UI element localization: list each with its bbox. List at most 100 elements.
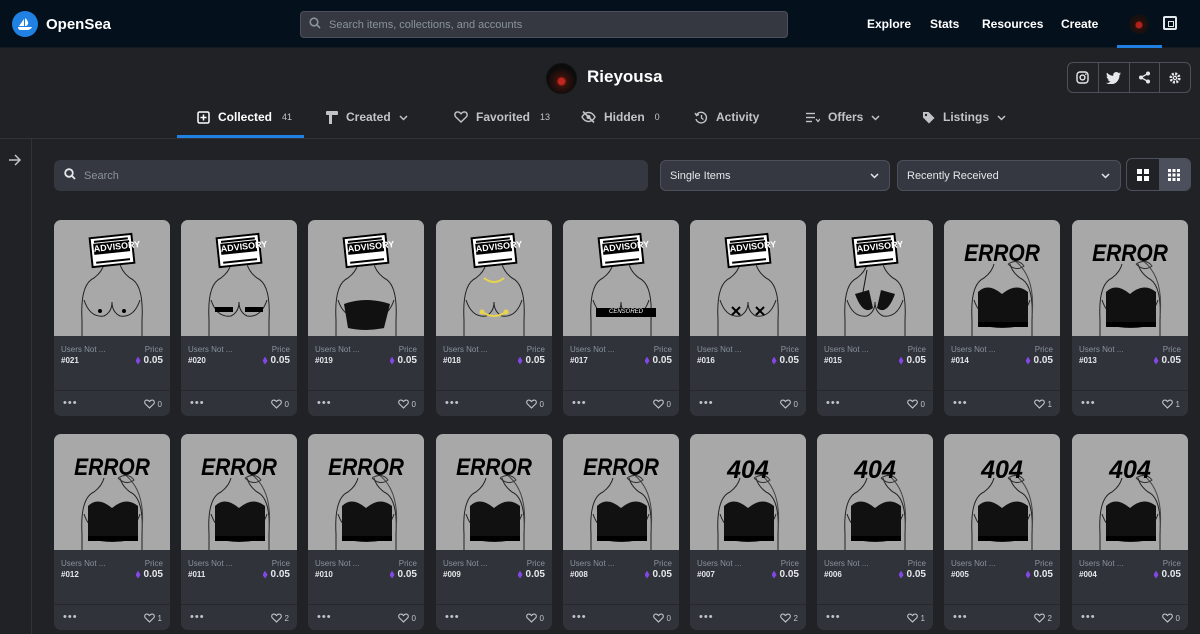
nft-image[interactable]: ADVISORY xyxy=(54,220,170,336)
instagram-button[interactable] xyxy=(1068,63,1099,92)
more-options-icon[interactable]: ••• xyxy=(445,611,460,623)
more-options-icon[interactable]: ••• xyxy=(1081,397,1096,409)
tab-activity[interactable]: Activity xyxy=(694,110,759,124)
nav-resources[interactable]: Resources xyxy=(982,17,1043,31)
wallet-icon[interactable] xyxy=(1163,16,1177,30)
opensea-logo[interactable]: OpenSea xyxy=(12,11,111,37)
item-type-select[interactable]: Single Items xyxy=(660,160,890,191)
nft-card[interactable]: ERROR Users Not ... Price #011 0.05 ••• 2 xyxy=(181,434,297,630)
nft-card[interactable]: 404 Users Not ... Price #006 0.05 ••• 1 xyxy=(817,434,933,630)
more-options-icon[interactable]: ••• xyxy=(190,397,205,409)
nft-image[interactable]: ERROR xyxy=(54,434,170,550)
more-options-icon[interactable]: ••• xyxy=(699,611,714,623)
more-options-icon[interactable]: ••• xyxy=(572,397,587,409)
nft-image[interactable]: ADVISORY xyxy=(181,220,297,336)
nft-card[interactable]: ADVISORY Users Not ... Price #015 0.05 ••• 0 xyxy=(817,220,933,416)
nft-image[interactable]: 404 xyxy=(1072,434,1188,550)
settings-button[interactable] xyxy=(1160,63,1190,92)
favorite-button[interactable]: 0 xyxy=(652,399,671,409)
nft-image[interactable]: ERROR xyxy=(944,220,1060,336)
favorite-button[interactable]: 1 xyxy=(1033,399,1052,409)
large-grid-button[interactable] xyxy=(1127,159,1159,190)
nav-create[interactable]: Create xyxy=(1061,17,1098,31)
nft-image[interactable]: ERROR xyxy=(308,434,424,550)
nft-card[interactable]: ERROR Users Not ... Price #012 0.05 ••• 1 xyxy=(54,434,170,630)
items-search-input[interactable] xyxy=(84,169,648,182)
favorite-button[interactable]: 2 xyxy=(779,613,798,623)
nft-image[interactable]: ADVISORY xyxy=(817,220,933,336)
small-grid-button[interactable] xyxy=(1158,159,1190,190)
more-options-icon[interactable]: ••• xyxy=(953,611,968,623)
nft-card[interactable]: ADVISORY Users Not ... Price #018 0.05 ••• 0 xyxy=(436,220,552,416)
nft-image[interactable]: 404 xyxy=(817,434,933,550)
nft-image[interactable]: 404 xyxy=(944,434,1060,550)
favorite-button[interactable]: 0 xyxy=(1161,613,1180,623)
nft-image[interactable]: 404 xyxy=(690,434,806,550)
more-options-icon[interactable]: ••• xyxy=(572,611,587,623)
nft-card[interactable]: 404 Users Not ... Price #004 0.05 ••• 0 xyxy=(1072,434,1188,630)
nft-card[interactable]: ERROR Users Not ... Price #009 0.05 ••• 0 xyxy=(436,434,552,630)
more-options-icon[interactable]: ••• xyxy=(63,611,78,623)
tab-favorited[interactable]: Favorited 13 xyxy=(454,110,550,124)
global-search-input[interactable] xyxy=(329,18,787,31)
favorite-button[interactable]: 0 xyxy=(270,399,289,409)
nft-card[interactable]: ERROR Users Not ... Price #013 0.05 ••• 1 xyxy=(1072,220,1188,416)
price-label: Price xyxy=(398,559,417,568)
tab-created[interactable]: Created xyxy=(326,110,408,124)
favorite-button[interactable]: 2 xyxy=(270,613,289,623)
sort-select[interactable]: Recently Received xyxy=(897,160,1121,191)
favorite-button[interactable]: 0 xyxy=(525,399,544,409)
nft-card[interactable]: ADVISORY Users Not ... Price #019 0.05 ••• 0 xyxy=(308,220,424,416)
nft-image[interactable]: ERROR xyxy=(1072,220,1188,336)
tab-hidden[interactable]: Hidden 0 xyxy=(581,110,660,124)
favorite-button[interactable]: 0 xyxy=(906,399,925,409)
nft-image[interactable]: ERROR xyxy=(563,434,679,550)
nft-card[interactable]: 404 Users Not ... Price #005 0.05 ••• 2 xyxy=(944,434,1060,630)
nft-card[interactable]: ADVISORY CENSORED Users Not ... Price #017 0.… xyxy=(563,220,679,416)
favorite-button[interactable]: 1 xyxy=(906,613,925,623)
twitter-button[interactable] xyxy=(1099,63,1130,92)
nft-image[interactable]: ADVISORY xyxy=(308,220,424,336)
more-options-icon[interactable]: ••• xyxy=(190,611,205,623)
more-options-icon[interactable]: ••• xyxy=(63,397,78,409)
nav-explore[interactable]: Explore xyxy=(867,17,911,31)
nft-card[interactable]: ERROR Users Not ... Price #010 0.05 ••• 0 xyxy=(308,434,424,630)
more-options-icon[interactable]: ••• xyxy=(1081,611,1096,623)
share-button[interactable] xyxy=(1130,63,1161,92)
more-options-icon[interactable]: ••• xyxy=(317,611,332,623)
favorite-button[interactable]: 0 xyxy=(143,399,162,409)
nft-card[interactable]: ADVISORY Users Not ... Price #016 0.05 ••• 0 xyxy=(690,220,806,416)
global-search-bar[interactable] xyxy=(300,11,788,38)
tab-collected[interactable]: Collected 41 xyxy=(197,110,292,124)
nft-image[interactable]: ADVISORY CENSORED xyxy=(563,220,679,336)
nav-stats[interactable]: Stats xyxy=(930,17,959,31)
more-options-icon[interactable]: ••• xyxy=(826,397,841,409)
nft-image[interactable]: ERROR xyxy=(436,434,552,550)
more-options-icon[interactable]: ••• xyxy=(317,397,332,409)
tab-listings[interactable]: Listings xyxy=(922,110,1006,124)
more-options-icon[interactable]: ••• xyxy=(445,397,460,409)
favorite-button[interactable]: 1 xyxy=(1161,399,1180,409)
nft-card[interactable]: ADVISORY Users Not ... Price #020 0.05 ••• 0 xyxy=(181,220,297,416)
expand-filters-icon[interactable] xyxy=(8,153,22,169)
nft-image[interactable]: ADVISORY xyxy=(690,220,806,336)
nft-card[interactable]: 404 Users Not ... Price #007 0.05 ••• 2 xyxy=(690,434,806,630)
tab-offers[interactable]: Offers xyxy=(806,110,880,124)
favorite-button[interactable]: 1 xyxy=(143,613,162,623)
nft-card[interactable]: ADVISORY Users Not ... Price #021 0.05 ••• 0 xyxy=(54,220,170,416)
favorite-button[interactable]: 2 xyxy=(1033,613,1052,623)
favorite-button[interactable]: 0 xyxy=(397,613,416,623)
nft-image[interactable]: ADVISORY xyxy=(436,220,552,336)
nft-card[interactable]: ERROR Users Not ... Price #008 0.05 ••• 0 xyxy=(563,434,679,630)
more-options-icon[interactable]: ••• xyxy=(826,611,841,623)
favorite-button[interactable]: 0 xyxy=(779,399,798,409)
favorite-button[interactable]: 0 xyxy=(397,399,416,409)
nft-image[interactable]: ERROR xyxy=(181,434,297,550)
favorite-button[interactable]: 0 xyxy=(525,613,544,623)
nft-card[interactable]: ERROR Users Not ... Price #014 0.05 ••• 1 xyxy=(944,220,1060,416)
account-avatar[interactable] xyxy=(1129,14,1149,34)
more-options-icon[interactable]: ••• xyxy=(953,397,968,409)
favorite-button[interactable]: 0 xyxy=(652,613,671,623)
more-options-icon[interactable]: ••• xyxy=(699,397,714,409)
items-search-bar[interactable] xyxy=(54,160,648,191)
